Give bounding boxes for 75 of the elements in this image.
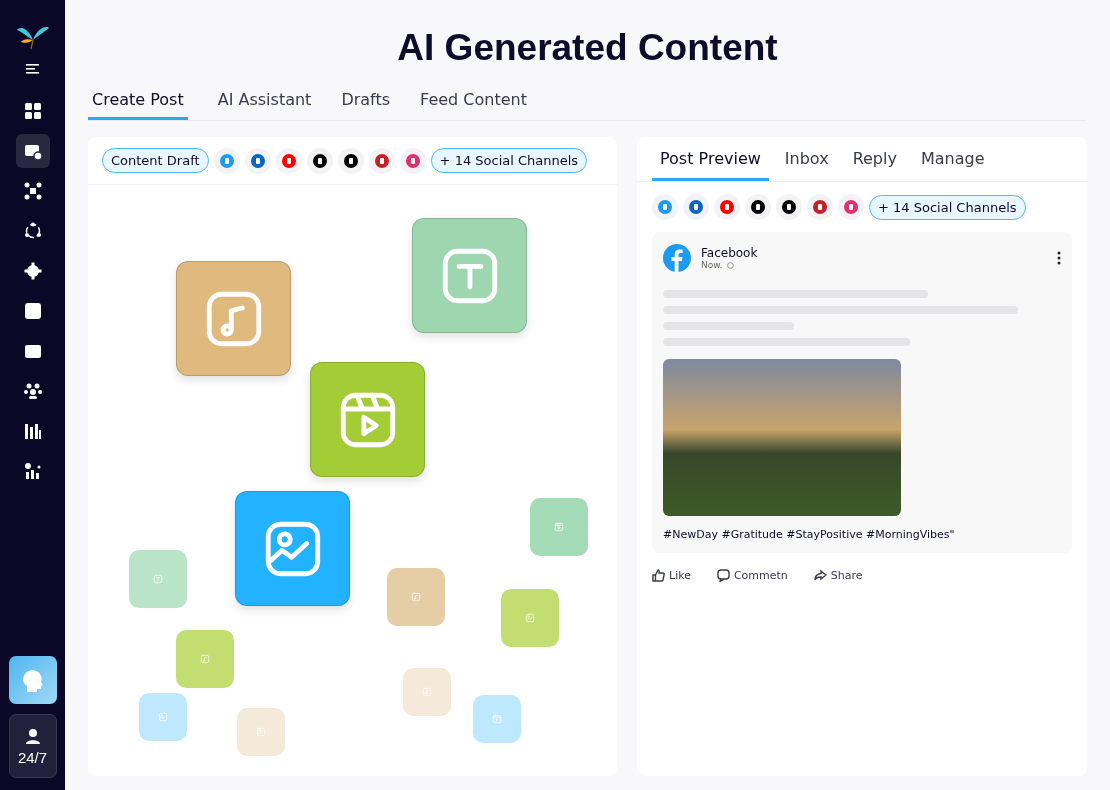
post-time: Now. bbox=[701, 260, 723, 270]
sidebar-item[interactable] bbox=[15, 134, 50, 168]
social-channel-button[interactable] bbox=[745, 194, 771, 220]
more-channels-chip[interactable]: + 14 Social Channels bbox=[430, 148, 588, 173]
share-button[interactable]: Share bbox=[813, 569, 863, 582]
team-icon bbox=[22, 381, 43, 401]
post-author: Facebook bbox=[701, 246, 758, 260]
facebook-icon bbox=[219, 153, 234, 168]
video-icon bbox=[492, 714, 502, 724]
social-logo-icon bbox=[751, 200, 765, 214]
library-icon bbox=[22, 421, 43, 441]
social-logo-icon bbox=[405, 153, 420, 168]
tab[interactable]: AI Assistant bbox=[217, 86, 312, 120]
tab[interactable]: Reply bbox=[844, 137, 905, 181]
social-logo-icon bbox=[312, 153, 327, 168]
like-button[interactable]: Like bbox=[652, 569, 691, 582]
globe-icon bbox=[726, 261, 734, 269]
facebook-icon bbox=[663, 244, 691, 272]
image-icon bbox=[525, 613, 535, 623]
music-tile[interactable] bbox=[176, 630, 234, 688]
comment-icon bbox=[716, 569, 730, 582]
facebook-icon bbox=[658, 200, 672, 214]
image-tile[interactable] bbox=[139, 693, 187, 741]
social-logo-icon bbox=[844, 200, 858, 214]
more-options-icon[interactable] bbox=[1057, 251, 1061, 265]
video-tile[interactable] bbox=[310, 362, 425, 477]
content-draft-chip[interactable]: Content Draft bbox=[102, 148, 209, 173]
page-title: AI Generated Content bbox=[396, 26, 779, 70]
ai-head-button[interactable] bbox=[8, 656, 57, 704]
tab[interactable]: Post Preview bbox=[652, 137, 769, 181]
social-logo-icon bbox=[374, 153, 389, 168]
more-channels-chip[interactable]: + 14 Social Channels bbox=[869, 194, 1026, 220]
tab[interactable]: Create Post bbox=[88, 86, 188, 120]
social-channel-button[interactable] bbox=[337, 147, 364, 174]
social-channel-button[interactable] bbox=[306, 147, 333, 174]
social-logo-icon bbox=[782, 200, 796, 214]
music-tile[interactable] bbox=[176, 261, 291, 376]
social-channel-button[interactable] bbox=[776, 194, 802, 220]
image-icon bbox=[256, 727, 266, 737]
tab[interactable]: Feed Content bbox=[420, 86, 527, 120]
social-logo-icon bbox=[720, 200, 734, 214]
comment-button[interactable]: Commetn bbox=[716, 569, 788, 582]
music-tile[interactable] bbox=[387, 568, 445, 626]
video-tile[interactable] bbox=[530, 498, 588, 556]
share-icon bbox=[813, 569, 827, 582]
music-tile[interactable] bbox=[403, 668, 451, 716]
post-caption: #NewDay #Gratitude #StayPositive #MorningVibes" bbox=[663, 528, 956, 541]
headset-person-icon bbox=[23, 726, 42, 745]
music-icon bbox=[422, 687, 432, 697]
image-tile[interactable] bbox=[235, 491, 350, 606]
image-tile[interactable] bbox=[501, 589, 559, 647]
cycle-icon bbox=[22, 221, 43, 241]
tab[interactable]: Drafts bbox=[341, 86, 391, 120]
music-icon bbox=[411, 592, 421, 602]
text-tile[interactable] bbox=[412, 218, 527, 333]
video-tile[interactable] bbox=[473, 695, 521, 743]
analytics-icon bbox=[22, 461, 43, 481]
social-logo-icon bbox=[813, 200, 827, 214]
image-tile[interactable] bbox=[237, 708, 285, 756]
tab[interactable]: Manage bbox=[912, 137, 993, 181]
social-logo-icon bbox=[250, 153, 265, 168]
social-logo-icon bbox=[281, 153, 296, 168]
menu-icon[interactable] bbox=[24, 62, 41, 76]
social-logo-icon bbox=[343, 153, 358, 168]
grid-icon bbox=[22, 101, 43, 121]
thumbs-up-icon bbox=[652, 569, 665, 582]
text-tile[interactable] bbox=[129, 550, 187, 608]
tab[interactable]: Inbox bbox=[776, 137, 837, 181]
video-icon bbox=[554, 522, 564, 532]
music-icon bbox=[200, 654, 210, 664]
nodes-icon bbox=[22, 181, 43, 201]
text-icon bbox=[153, 574, 163, 584]
support-button[interactable]: 24/7 bbox=[8, 714, 57, 778]
image-icon bbox=[158, 712, 168, 722]
social-logo-icon bbox=[689, 200, 703, 214]
